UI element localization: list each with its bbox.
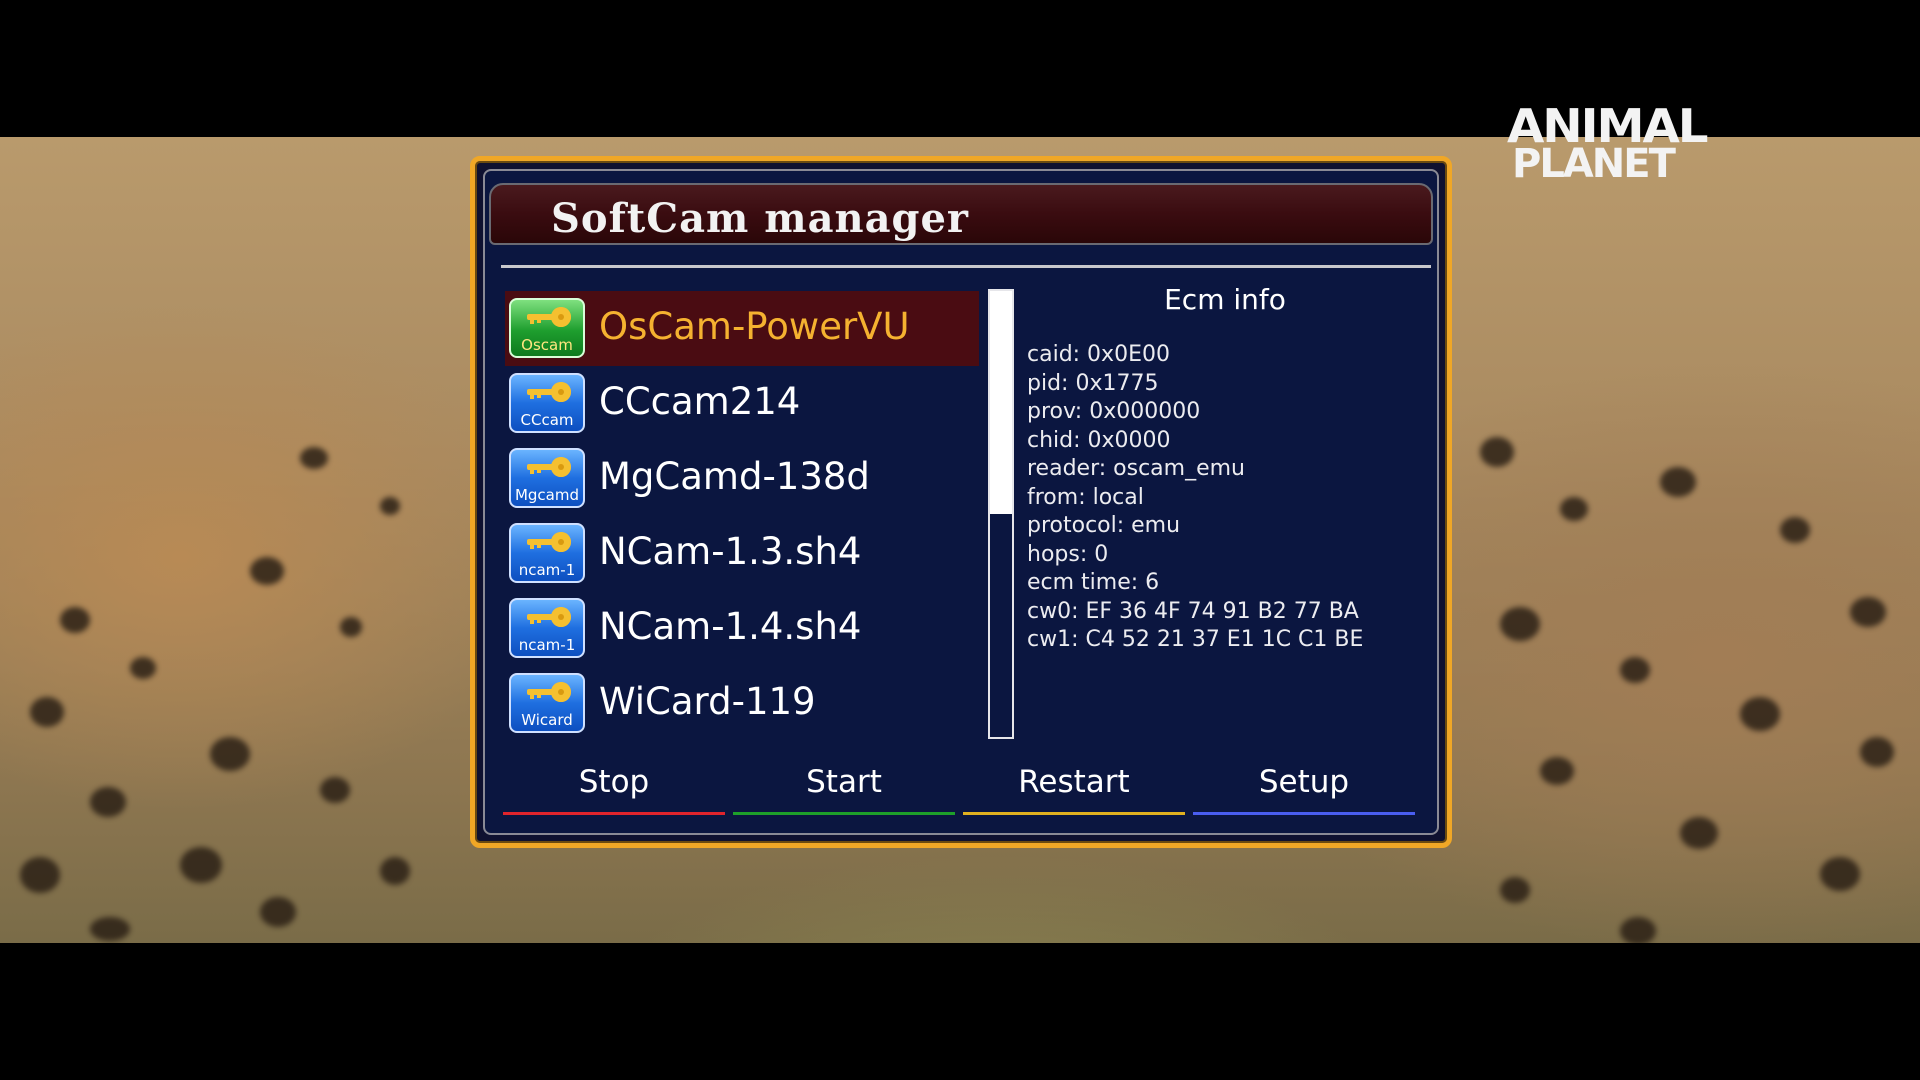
- title-bar: SoftCam manager: [489, 183, 1433, 245]
- ecm-info-panel: caid: 0x0E00 pid: 0x1775 prov: 0x000000 …: [1027, 341, 1363, 655]
- key-icon: Oscam: [509, 298, 585, 358]
- letterbox-bottom: [0, 943, 1920, 1080]
- stop-button-label: Stop: [578, 764, 650, 800]
- cam-name: OsCam-PowerVU: [599, 305, 910, 348]
- cam-icon-label: Wicard: [521, 711, 573, 729]
- dialog-title: SoftCam manager: [551, 195, 969, 242]
- key-icon: Wicard: [509, 673, 585, 733]
- softcam-list: Oscam OsCam-PowerVU CCcam CCcam214 Mgcam…: [505, 291, 979, 741]
- restart-button[interactable]: Restart: [963, 759, 1185, 815]
- stop-button[interactable]: Stop: [503, 759, 725, 815]
- ecm-reader: reader: oscam_emu: [1027, 456, 1245, 481]
- ecm-pid: pid: 0x1775: [1027, 370, 1159, 396]
- button-bar: Stop Start Restart Setup: [503, 759, 1415, 817]
- key-icon: Mgcamd: [509, 448, 585, 508]
- list-item[interactable]: Wicard WiCard-119: [505, 666, 979, 741]
- cam-name: NCam-1.4.sh4: [599, 605, 862, 648]
- ecm-protocol: protocol: emu: [1027, 513, 1181, 538]
- ecm-hops: hops: 0: [1027, 541, 1109, 567]
- list-item[interactable]: Mgcamd MgCamd-138d: [505, 441, 979, 516]
- title-separator: [501, 265, 1431, 268]
- list-item[interactable]: Oscam OsCam-PowerVU: [505, 291, 979, 366]
- cam-icon-label: ncam-1: [518, 561, 576, 579]
- ecm-cw0: cw0: EF 36 4F 74 91 B2 77 BA: [1027, 598, 1359, 624]
- cam-name: WiCard-119: [599, 680, 816, 723]
- key-icon: CCcam: [509, 373, 585, 433]
- blue-key-indicator: [1193, 812, 1415, 815]
- cam-icon-label: CCcam: [520, 411, 574, 429]
- ecm-prov: prov: 0x000000: [1027, 399, 1201, 424]
- ecm-time: ecm time: 6: [1027, 570, 1160, 595]
- ecm-cw1: cw1: C4 52 21 37 E1 1C C1 BE: [1027, 627, 1364, 652]
- list-scrollbar[interactable]: [988, 289, 1014, 739]
- start-button-label: Start: [806, 764, 882, 800]
- softcam-manager-dialog: SoftCam manager Oscam OsCam-PowerVU CCca…: [470, 156, 1452, 848]
- channel-logo-line1: ANIMAL: [1507, 99, 1709, 153]
- cam-name: CCcam214: [599, 380, 801, 423]
- cam-name: NCam-1.3.sh4: [599, 530, 862, 573]
- cam-icon-label: Oscam: [521, 336, 573, 354]
- list-item[interactable]: ncam-1 NCam-1.3.sh4: [505, 516, 979, 591]
- setup-button[interactable]: Setup: [1193, 759, 1415, 815]
- cam-name: MgCamd-138d: [599, 455, 870, 498]
- cam-icon-label: Mgcamd: [514, 486, 580, 504]
- ecm-caid: caid: 0x0E00: [1027, 342, 1170, 367]
- red-key-indicator: [503, 812, 725, 815]
- yellow-key-indicator: [963, 812, 1185, 815]
- restart-button-label: Restart: [1018, 764, 1130, 800]
- channel-logo: ANIMAL PLANET: [1507, 103, 1712, 192]
- key-icon: ncam-1: [509, 523, 585, 583]
- start-button[interactable]: Start: [733, 759, 955, 815]
- key-icon: ncam-1: [509, 598, 585, 658]
- green-key-indicator: [733, 812, 955, 815]
- list-item[interactable]: ncam-1 NCam-1.4.sh4: [505, 591, 979, 666]
- ecm-from: from: local: [1027, 484, 1144, 510]
- cam-icon-label: ncam-1: [518, 636, 576, 654]
- ecm-chid: chid: 0x0000: [1027, 427, 1171, 453]
- ecm-info-title: Ecm info: [1164, 283, 1286, 316]
- setup-button-label: Setup: [1258, 764, 1350, 800]
- scrollbar-thumb[interactable]: [990, 291, 1012, 514]
- list-item[interactable]: CCcam CCcam214: [505, 366, 979, 441]
